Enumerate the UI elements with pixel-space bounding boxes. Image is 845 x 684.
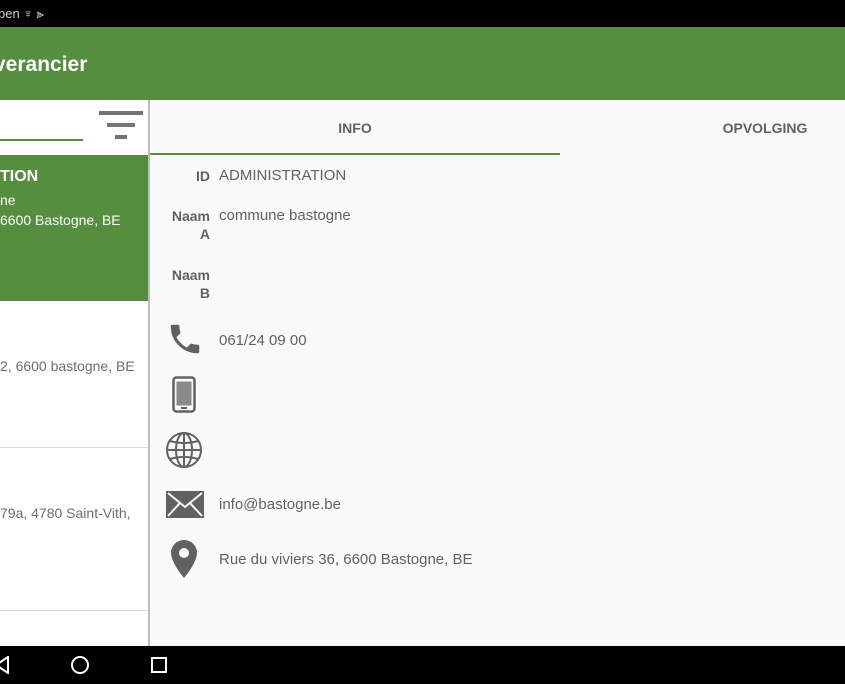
navigation-bar (0, 646, 845, 684)
address-value[interactable]: Rue du viviers 36, 6600 Bastogne, BE (219, 551, 473, 568)
naam-b-label-text: Naam (171, 267, 210, 283)
id-label: ID (196, 168, 210, 184)
naam-a-label: Naam A (150, 207, 210, 243)
status-bar: pen ♆ ⫸ (0, 0, 845, 27)
filter-icon[interactable] (99, 111, 143, 143)
email-value[interactable]: info@bastogne.be (219, 496, 341, 513)
list-item-title: TION (0, 168, 39, 185)
phone-icon[interactable] (166, 319, 204, 359)
app-bar: verancier (0, 27, 845, 100)
list-item[interactable]: 79a, 4780 Saint-Vith, (0, 448, 148, 610)
id-value: ADMINISTRATION (219, 167, 347, 184)
detail-panel: ID ADMINISTRATION Naam A commune bastogn… (150, 155, 845, 646)
globe-icon[interactable] (165, 431, 203, 469)
page-title: verancier (0, 53, 88, 76)
mail-icon[interactable] (166, 491, 204, 518)
home-icon[interactable] (71, 656, 89, 674)
mobile-icon[interactable] (172, 376, 196, 413)
list-item-selected[interactable]: TION ne 6600 Bastogne, BE (0, 155, 148, 301)
list-item-address: 2, 6600 bastogne, BE (0, 358, 135, 374)
location-pin-icon[interactable] (171, 540, 197, 578)
status-text: pen ♆ ⫸ (0, 6, 44, 21)
tab-opvolging[interactable]: OPVOLGING (560, 100, 845, 155)
recents-icon[interactable] (151, 657, 167, 673)
list-item[interactable]: 2, 6600 bastogne, BE (0, 301, 148, 447)
list-item-address: 79a, 4780 Saint-Vith, (0, 505, 131, 521)
search-input[interactable] (0, 139, 83, 141)
list-divider (0, 610, 148, 611)
tab-info[interactable]: INFO (150, 100, 560, 155)
naam-b-label: Naam B (150, 266, 210, 302)
naam-a-label-suffix: A (199, 226, 210, 242)
list-item-address: 6600 Bastogne, BE (0, 212, 121, 228)
tab-bar: INFO OPVOLGING (150, 100, 845, 155)
naam-b-label-suffix: B (199, 285, 210, 301)
back-icon[interactable] (0, 656, 10, 674)
naam-a-label-text: Naam (171, 208, 210, 224)
list-item-name: ne (0, 192, 16, 208)
phone-value[interactable]: 061/24 09 00 (219, 332, 307, 349)
naam-a-value: commune bastogne (219, 207, 351, 224)
